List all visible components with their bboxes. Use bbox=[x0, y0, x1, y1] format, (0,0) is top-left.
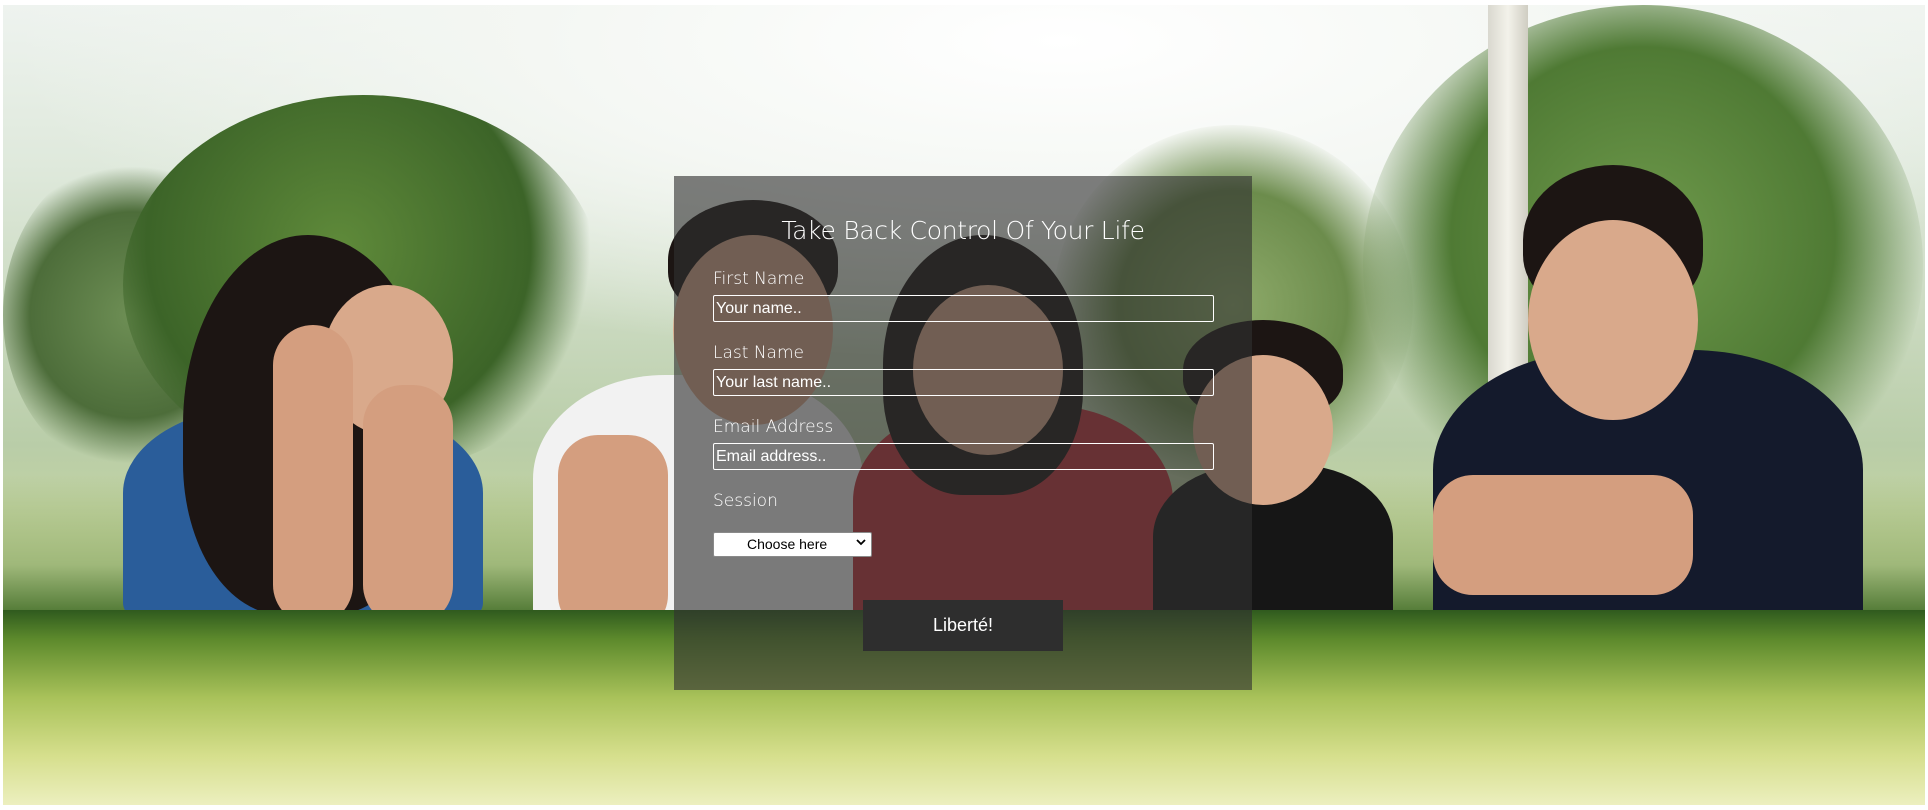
email-address-label: Email Address bbox=[713, 417, 834, 437]
first-name-input[interactable] bbox=[713, 295, 1214, 322]
session-label: Session bbox=[713, 491, 778, 511]
first-name-label: First Name bbox=[713, 269, 805, 289]
chevron-down-icon bbox=[856, 539, 866, 546]
submit-button[interactable]: Liberté! bbox=[863, 600, 1063, 651]
email-address-input[interactable] bbox=[713, 443, 1214, 470]
last-name-label: Last Name bbox=[713, 343, 804, 363]
last-name-input[interactable] bbox=[713, 369, 1214, 396]
session-selected-value: Choose here bbox=[747, 536, 828, 552]
session-select[interactable]: Choose here bbox=[713, 532, 872, 557]
signup-form: Take Back Control Of Your Life First Nam… bbox=[674, 176, 1252, 690]
tree-trunk bbox=[1488, 5, 1528, 425]
form-title: Take Back Control Of Your Life bbox=[781, 216, 1145, 245]
